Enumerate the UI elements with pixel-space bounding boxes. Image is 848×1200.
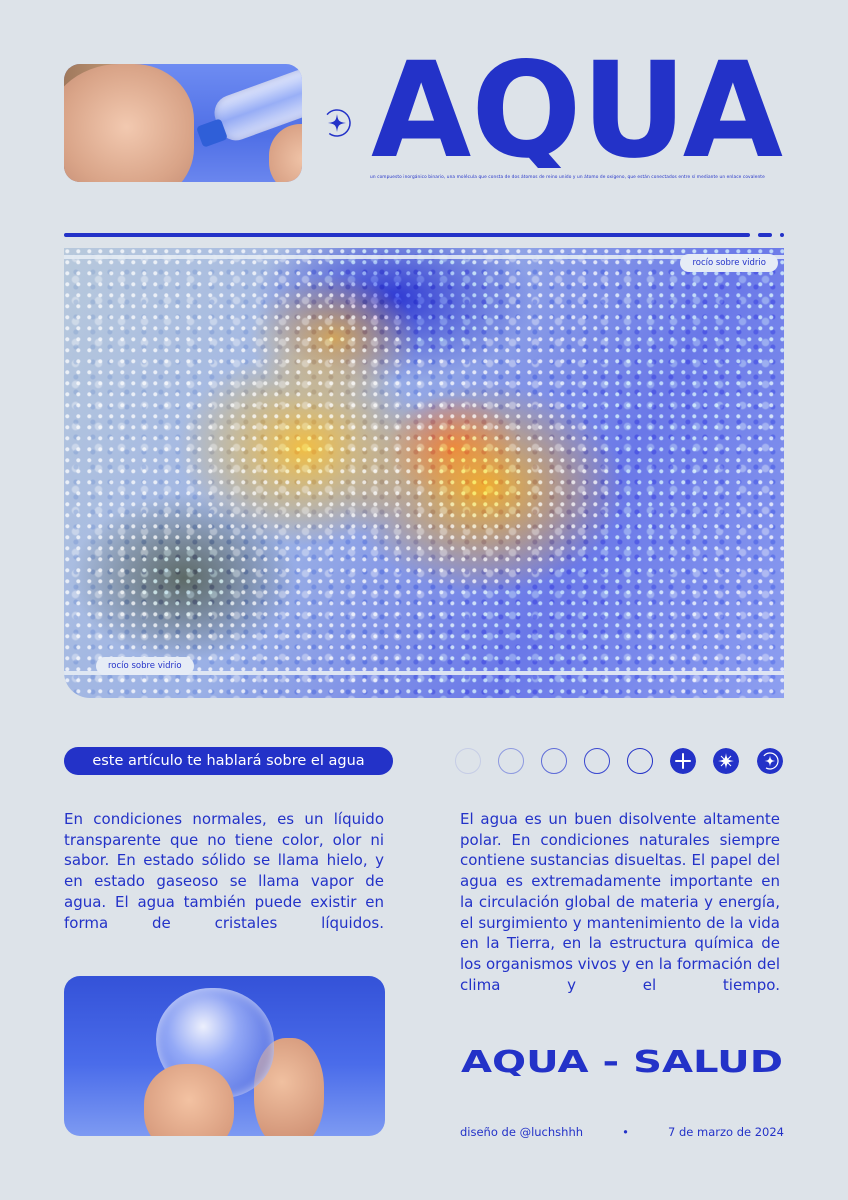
circle-outline <box>498 748 524 774</box>
photo-caption-top: rocío sobre vidrio <box>680 254 778 272</box>
circle-outline <box>584 748 610 774</box>
credits-line: diseño de @luchshhh • 7 de marzo de 2024 <box>460 1125 784 1139</box>
tagline-text: AQUA - SALUD <box>461 1048 783 1076</box>
page-title-text: AQUA <box>371 56 783 168</box>
photo-hand-holding-water-blob <box>64 976 385 1136</box>
body-text-right: El agua es un buen disolvente altamente … <box>460 810 780 994</box>
divider-line <box>64 233 750 237</box>
star-icon <box>713 748 739 774</box>
body-text-left: En condiciones normales, es un líquido t… <box>64 810 384 932</box>
credits-separator: • <box>622 1125 629 1139</box>
title-subtitle: un compuesto inorgánico binario, una mol… <box>370 175 765 180</box>
divider-dash <box>758 233 772 237</box>
page-title: AQUA <box>371 56 783 168</box>
photo-woman-drinking <box>64 64 302 182</box>
sparkle-icon <box>757 748 783 774</box>
circle-outline <box>541 748 567 774</box>
tagline: AQUA - SALUD <box>461 1048 783 1076</box>
publish-date: 7 de marzo de 2024 <box>667 1125 784 1139</box>
divider-dot <box>780 233 784 237</box>
circle-outline-faint <box>455 748 481 774</box>
plus-icon <box>670 748 696 774</box>
photo-caption-bottom: rocío sobre vidrio <box>96 657 194 675</box>
article-intro-pill: este artículo te hablará sobre el agua <box>64 747 393 775</box>
circle-outline <box>627 748 653 774</box>
designer-credit: diseño de @luchshhh <box>460 1125 584 1139</box>
sparkle-icon <box>323 109 351 137</box>
hero-photo-dew-on-glass: rocío sobre vidrio rocío sobre vidrio <box>64 248 784 698</box>
